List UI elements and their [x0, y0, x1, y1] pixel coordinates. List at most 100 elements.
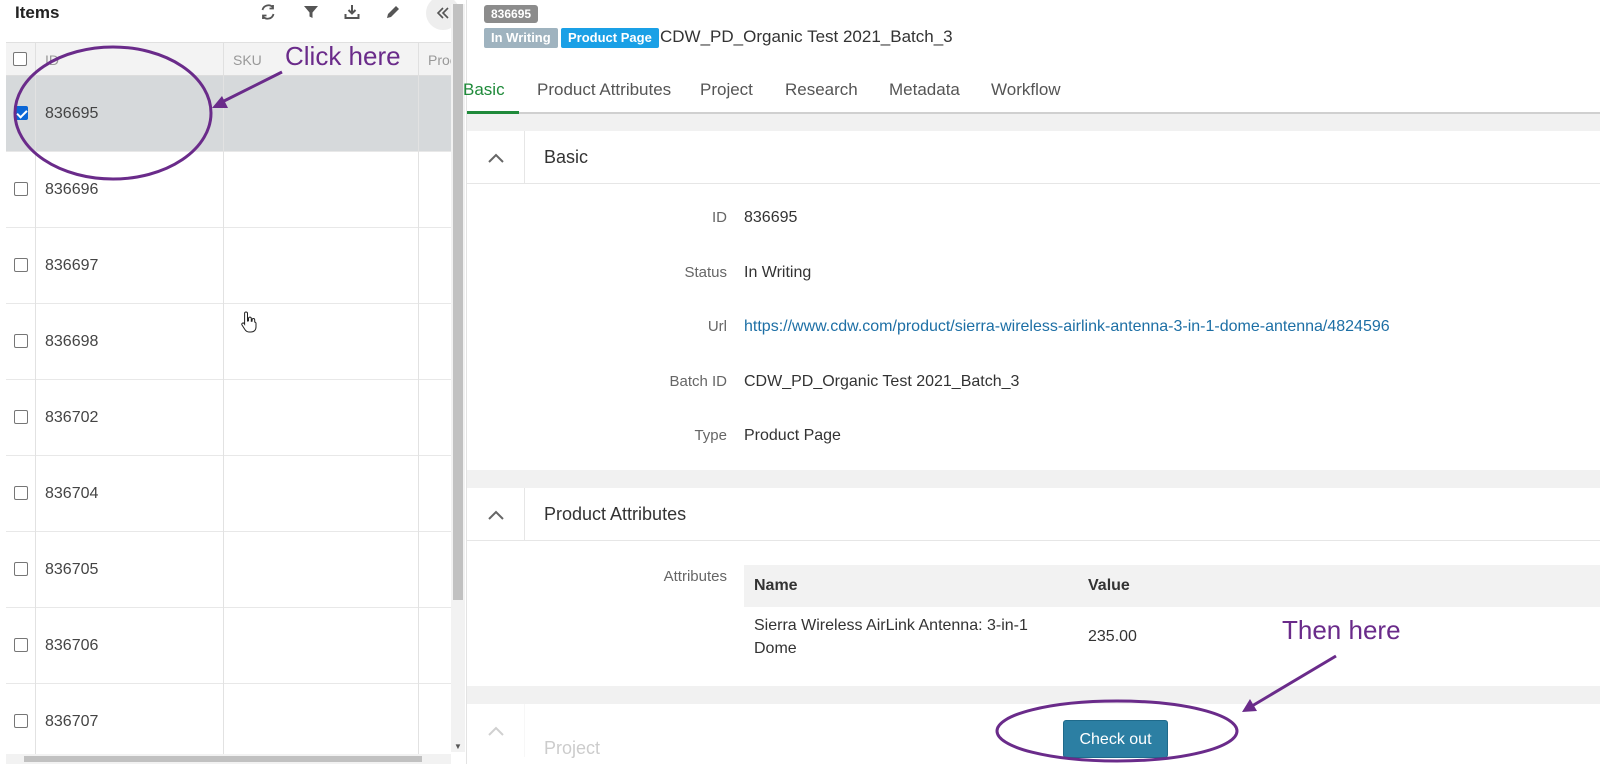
- project-section-title: Project: [544, 738, 601, 758]
- project-section: Project: [467, 704, 1600, 764]
- tab-metadata[interactable]: Metadata: [889, 80, 960, 100]
- items-panel: Items ID SKU Proc: [0, 0, 467, 764]
- product-attributes-section: Product Attributes Attributes Name Value…: [467, 488, 1600, 686]
- attribute-name-line2: Dome: [754, 640, 797, 657]
- detail-tabs: Basic Product Attributes Project Researc…: [463, 72, 1600, 114]
- row-checkbox[interactable]: [14, 334, 28, 348]
- basic-section: Basic ID 836695 Status In Writing Url ht…: [467, 131, 1600, 470]
- column-header-id[interactable]: ID: [36, 43, 224, 77]
- item-detail-panel: 836695 In Writing Product Page CDW_PD_Or…: [463, 0, 1600, 764]
- collapse-project-button[interactable]: [467, 704, 525, 757]
- annotation-click-here: Click here: [285, 41, 401, 71]
- item-id-badge: 836695: [484, 5, 539, 23]
- field-value-status: In Writing: [744, 264, 812, 281]
- chevron-up-icon: [487, 726, 504, 736]
- row-sku: [224, 152, 419, 228]
- row-checkbox[interactable]: [14, 410, 28, 424]
- tab-product-attributes[interactable]: Product Attributes: [537, 80, 671, 100]
- vertical-scrollbar[interactable]: ▼: [451, 4, 465, 752]
- table-row[interactable]: 836705: [6, 532, 451, 608]
- row-checkbox[interactable]: [14, 486, 28, 500]
- field-value-id: 836695: [744, 209, 798, 226]
- row-checkbox[interactable]: [14, 714, 28, 728]
- row-checkbox[interactable]: [14, 258, 28, 272]
- collapse-product-attributes-button[interactable]: [467, 488, 525, 541]
- table-row[interactable]: 836695: [6, 76, 451, 152]
- row-id: 836704: [36, 456, 224, 532]
- table-row[interactable]: 836702: [6, 380, 451, 456]
- scroll-down-arrow-icon[interactable]: ▼: [454, 742, 462, 751]
- table-row[interactable]: 836697: [6, 228, 451, 304]
- horizontal-scrollbar[interactable]: [6, 754, 451, 764]
- row-id: 836697: [36, 228, 224, 304]
- basic-section-title: Basic: [544, 147, 589, 167]
- row-checkbox[interactable]: [14, 562, 28, 576]
- select-all-cell: [6, 43, 36, 77]
- chevron-up-icon: [487, 153, 504, 163]
- horizontal-scrollbar-thumb[interactable]: [24, 756, 422, 762]
- row-id: 836696: [36, 152, 224, 228]
- table-row[interactable]: 836698: [6, 304, 451, 380]
- table-row[interactable]: 836696: [6, 152, 451, 228]
- attribute-name-line1: Sierra Wireless AirLink Antenna: 3-in-1: [754, 617, 1028, 634]
- field-label-url: Url: [707, 318, 727, 335]
- app-window: Items ID SKU Proc: [0, 0, 1600, 764]
- row-sku: [224, 684, 419, 756]
- field-label-batch-id: Batch ID: [669, 373, 727, 390]
- tab-project[interactable]: Project: [700, 80, 753, 100]
- column-header-name: Name: [754, 577, 798, 594]
- vertical-scrollbar-thumb[interactable]: [453, 4, 463, 600]
- row-id: 836707: [36, 684, 224, 756]
- tab-workflow[interactable]: Workflow: [991, 80, 1061, 100]
- row-sku: [224, 228, 419, 304]
- row-id: 836702: [36, 380, 224, 456]
- attributes-table-header: Name Value: [744, 565, 1600, 607]
- refresh-icon[interactable]: [258, 2, 278, 22]
- row-id: 836706: [36, 608, 224, 684]
- status-badge: In Writing: [484, 28, 558, 48]
- tab-research[interactable]: Research: [785, 80, 858, 100]
- row-id: 836695: [36, 76, 224, 152]
- edit-icon[interactable]: [383, 2, 403, 22]
- attribute-value: 235.00: [1088, 628, 1137, 645]
- row-id: 836705: [36, 532, 224, 608]
- table-row[interactable]: 836707: [6, 684, 451, 756]
- chevron-up-icon: [487, 510, 504, 520]
- row-checkbox[interactable]: [14, 182, 28, 196]
- tab-basic[interactable]: Basic: [463, 80, 505, 100]
- download-icon[interactable]: [342, 2, 362, 22]
- double-chevron-left-icon: [436, 7, 449, 19]
- detail-content: Basic ID 836695 Status In Writing Url ht…: [467, 114, 1600, 764]
- column-header-proc[interactable]: Proc: [419, 43, 451, 77]
- project-section-header: Project: [467, 704, 1600, 758]
- column-header-value: Value: [1088, 577, 1130, 594]
- row-sku: [224, 456, 419, 532]
- type-badge: Product Page: [561, 28, 659, 48]
- table-row[interactable]: 836704: [6, 456, 451, 532]
- annotation-then-here: Then here: [1282, 615, 1401, 645]
- row-checkbox[interactable]: [14, 106, 28, 120]
- filter-icon[interactable]: [301, 2, 321, 22]
- field-value-batch-id: CDW_PD_Organic Test 2021_Batch_3: [744, 373, 1020, 390]
- row-sku: [224, 380, 419, 456]
- check-out-button[interactable]: Check out: [1063, 720, 1168, 758]
- field-label-status: Status: [684, 264, 727, 281]
- field-label-type: Type: [694, 427, 727, 444]
- collapse-basic-button[interactable]: [467, 131, 525, 184]
- row-sku: [224, 532, 419, 608]
- row-sku: [224, 76, 419, 152]
- product-attributes-section-header: Product Attributes: [467, 488, 1600, 541]
- field-value-url-link[interactable]: https://www.cdw.com/product/sierra-wirel…: [744, 318, 1390, 336]
- field-label-attributes: Attributes: [663, 568, 727, 585]
- table-row[interactable]: 836706: [6, 608, 451, 684]
- row-sku: [224, 608, 419, 684]
- basic-section-header: Basic: [467, 131, 1600, 184]
- items-panel-title: Items: [15, 3, 60, 22]
- field-value-type: Product Page: [744, 427, 841, 444]
- product-attributes-section-title: Product Attributes: [544, 504, 687, 524]
- row-checkbox[interactable]: [14, 638, 28, 652]
- grid-body: 836695 836696 836697 836698 836702 83670…: [6, 76, 451, 756]
- items-panel-header: Items: [0, 0, 460, 42]
- select-all-checkbox[interactable]: [13, 52, 27, 66]
- item-title: CDW_PD_Organic Test 2021_Batch_3: [660, 27, 953, 46]
